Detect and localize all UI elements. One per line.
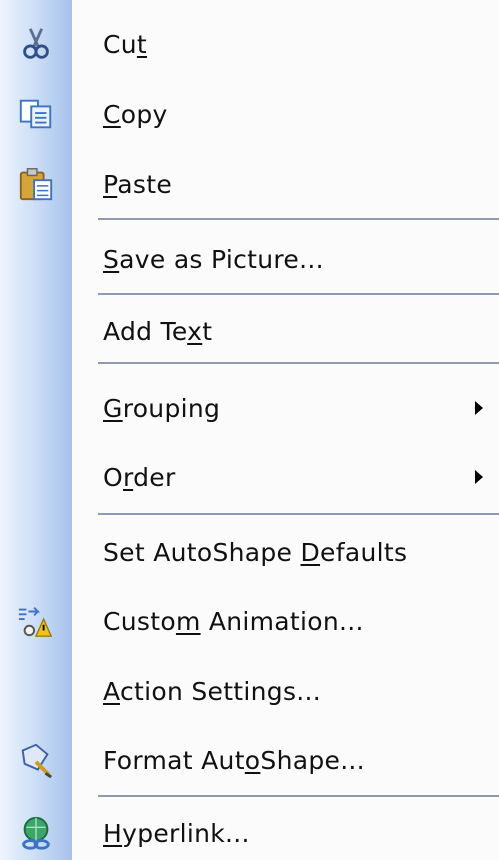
menu-item-order[interactable]: Order bbox=[0, 453, 499, 501]
submenu-arrow-icon bbox=[475, 401, 483, 415]
menu-item-save-as-picture[interactable]: Save as Picture... bbox=[0, 235, 499, 283]
hyperlink-icon bbox=[14, 811, 58, 855]
menu-item-action-settings[interactable]: Action Settings... bbox=[0, 667, 499, 715]
menu-item-label: Paste bbox=[103, 169, 172, 199]
menu-item-label: Grouping bbox=[103, 393, 221, 423]
menu-item-grouping[interactable]: Grouping bbox=[0, 384, 499, 432]
custom-animation-icon bbox=[14, 599, 58, 643]
menu-item-paste[interactable]: Paste bbox=[0, 160, 499, 208]
menu-item-label: Cut bbox=[103, 29, 148, 59]
menu-item-label: Copy bbox=[103, 99, 168, 129]
menu-item-label: Order bbox=[103, 462, 176, 492]
menu-item-label: Format AutoShape... bbox=[103, 745, 365, 775]
paste-icon bbox=[14, 162, 58, 206]
submenu-arrow-icon bbox=[475, 470, 483, 484]
copy-icon bbox=[14, 92, 58, 136]
menu-separator bbox=[98, 362, 499, 364]
menu-item-label: Save as Picture... bbox=[103, 244, 324, 274]
menu-item-label: Set AutoShape Defaults bbox=[103, 537, 408, 567]
menu-item-custom-animation[interactable]: Custom Animation... bbox=[0, 597, 499, 645]
menu-separator bbox=[98, 293, 499, 295]
menu-item-label: Custom Animation... bbox=[103, 606, 364, 636]
menu-separator bbox=[98, 513, 499, 515]
context-menu: Cut Copy Paste Save as Picture... Add Te… bbox=[0, 0, 499, 860]
menu-item-hyperlink[interactable]: Hyperlink... bbox=[0, 809, 499, 857]
menu-item-label: Add Text bbox=[103, 316, 213, 346]
menu-item-label: Hyperlink... bbox=[103, 818, 250, 848]
menu-item-copy[interactable]: Copy bbox=[0, 90, 499, 138]
scissors-icon bbox=[14, 22, 58, 66]
menu-item-format-autoshape[interactable]: Format AutoShape... bbox=[0, 736, 499, 784]
menu-item-set-autoshape-defaults[interactable]: Set AutoShape Defaults bbox=[0, 528, 499, 576]
format-autoshape-icon bbox=[14, 738, 58, 782]
menu-separator bbox=[98, 218, 499, 220]
menu-item-cut[interactable]: Cut bbox=[0, 20, 499, 68]
menu-item-add-text[interactable]: Add Text bbox=[0, 307, 499, 355]
menu-separator bbox=[98, 795, 499, 797]
menu-item-label: Action Settings... bbox=[103, 676, 322, 706]
